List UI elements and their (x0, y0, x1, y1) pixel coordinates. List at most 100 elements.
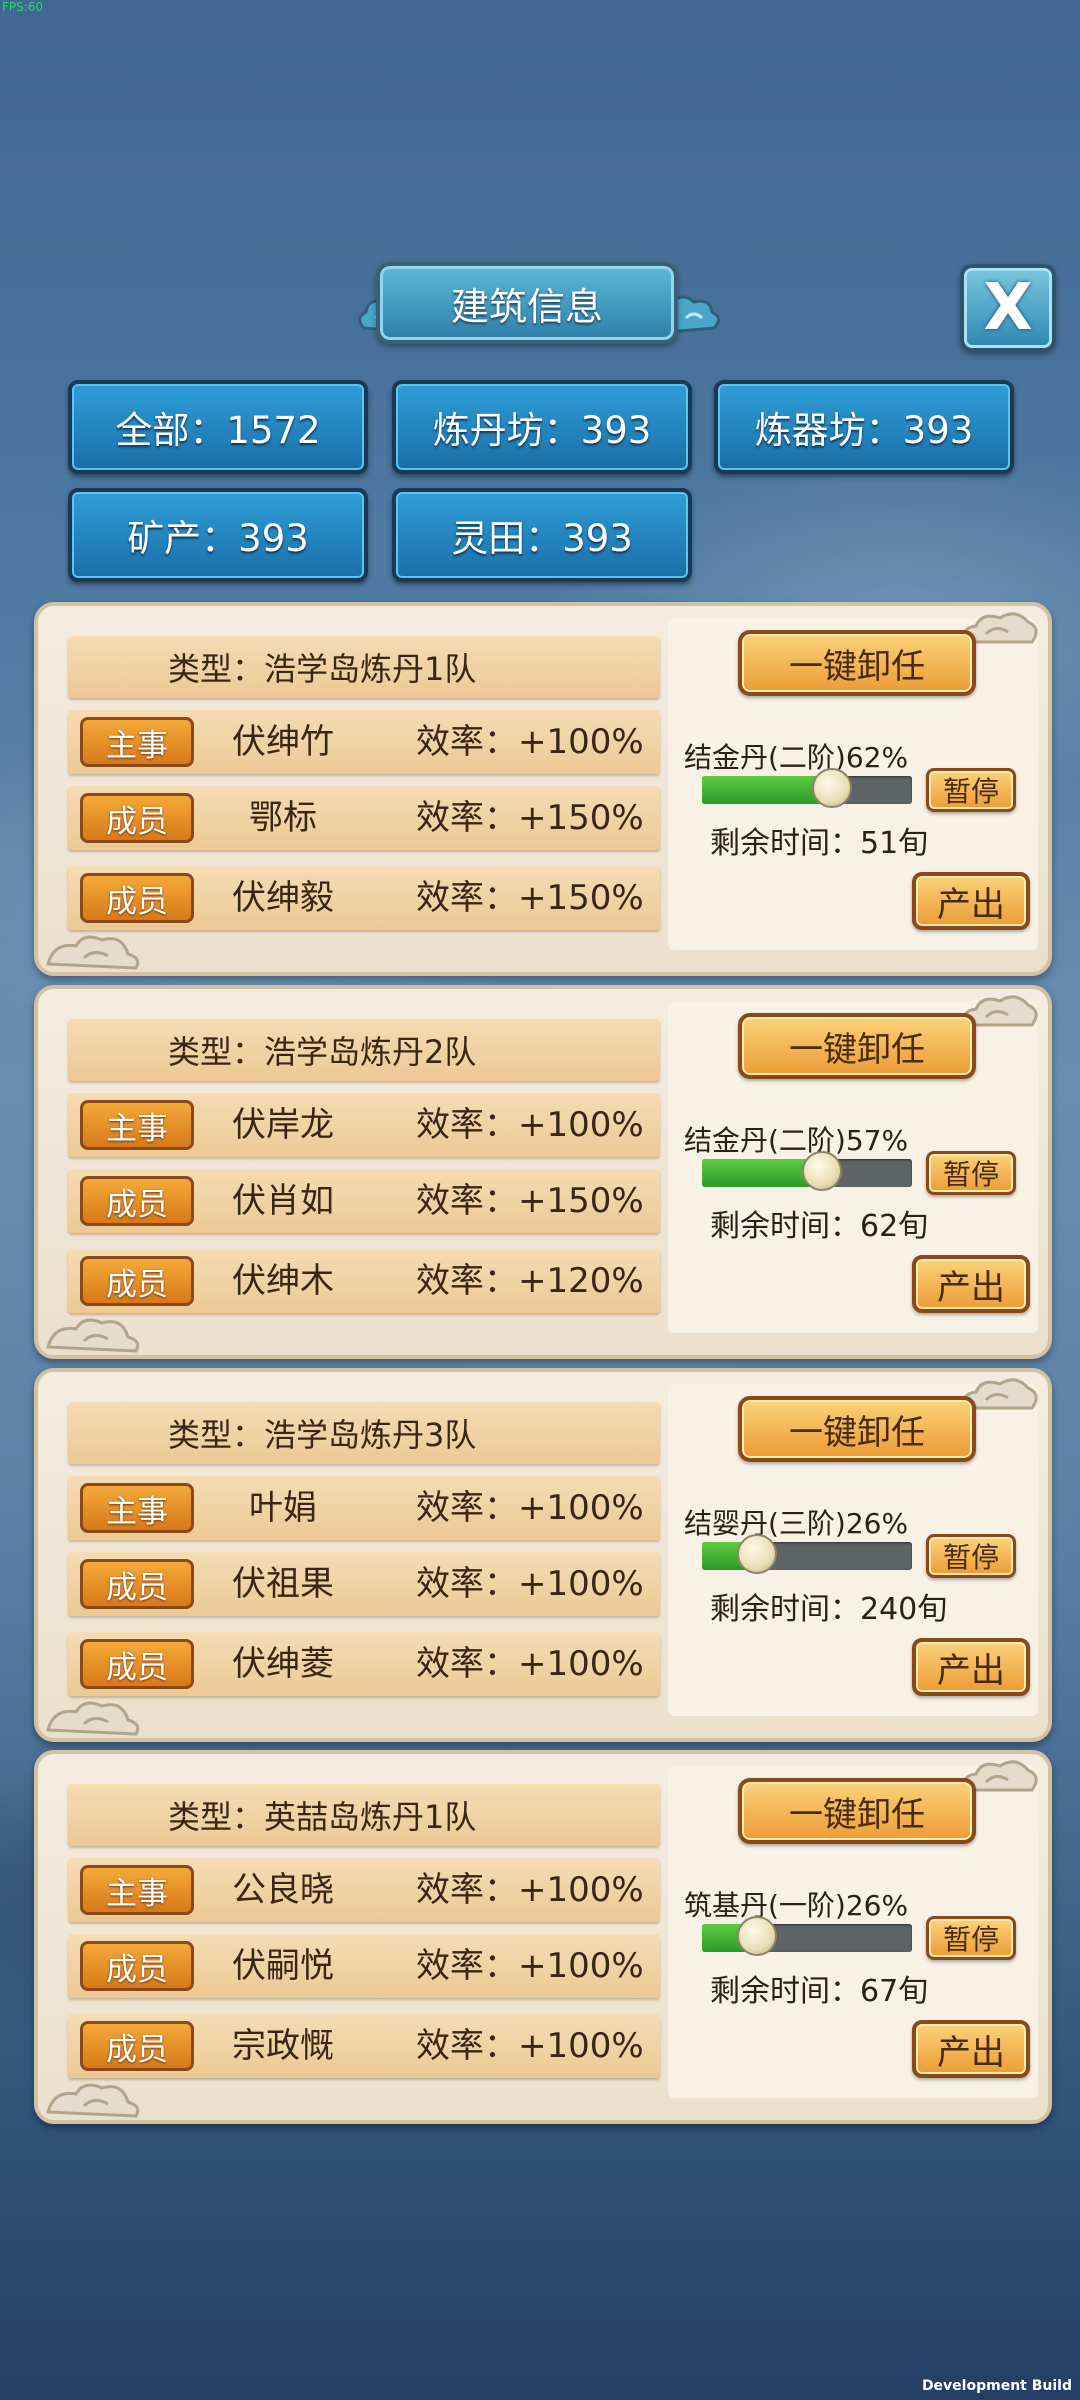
role-badge[interactable]: 主事 (80, 1100, 194, 1150)
member-name: 伏绅毅 (232, 878, 334, 918)
progress-track (702, 776, 912, 804)
unload-all-button[interactable]: 一键卸任 (738, 1778, 976, 1844)
member-name: 伏肖如 (232, 1181, 334, 1221)
produce-button[interactable]: 产出 (912, 1638, 1030, 1696)
role-badge[interactable]: 主事 (80, 1865, 194, 1915)
team-panel: 类型：英喆岛炼丹1队 主事 公良晓 效率：+100% 成员 伏嗣悦 效率：+10… (34, 1750, 1052, 2124)
progress-slider-handle[interactable] (812, 768, 853, 808)
role-badge[interactable]: 成员 (80, 1941, 194, 1991)
team-type-bar: 类型：浩学岛炼丹3队 (68, 1402, 660, 1464)
member-name: 伏嗣悦 (232, 1946, 334, 1986)
member-name: 伏绅木 (232, 1261, 334, 1301)
team-type: 类型：浩学岛炼丹3队 (168, 1416, 477, 1454)
team-type-bar: 类型：浩学岛炼丹1队 (68, 636, 660, 698)
cloud-ornament-icon (46, 2083, 140, 2118)
product-progress-label: 结婴丹(三阶)26% (684, 1507, 909, 1540)
title-plaque: 建筑信息 (354, 256, 724, 352)
member-row: 成员 伏肖如 效率：+150% (68, 1169, 660, 1233)
role-badge[interactable]: 成员 (80, 1559, 194, 1609)
member-efficiency: 效率：+100% (416, 1105, 644, 1145)
development-build-label: Development Build (921, 2378, 1072, 2394)
team-type-bar: 类型：英喆岛炼丹1队 (68, 1784, 660, 1846)
pause-button[interactable]: 暂停 (926, 768, 1016, 812)
member-row: 主事 叶娟 效率：+100% (68, 1476, 660, 1540)
pause-button[interactable]: 暂停 (926, 1151, 1016, 1195)
member-efficiency: 效率：+100% (416, 1946, 644, 1986)
member-row: 主事 伏岸龙 效率：+100% (68, 1093, 660, 1157)
team-panel: 类型：浩学岛炼丹1队 主事 伏绅竹 效率：+100% 成员 鄂标 效率：+150… (34, 602, 1052, 976)
progress-track (702, 1924, 912, 1952)
team-type: 类型：浩学岛炼丹2队 (168, 1033, 477, 1071)
member-row: 成员 伏绅菱 效率：+100% (68, 1632, 660, 1696)
member-efficiency: 效率：+100% (416, 722, 644, 762)
member-name: 伏绅竹 (232, 722, 334, 762)
produce-button[interactable]: 产出 (912, 1255, 1030, 1313)
role-badge[interactable]: 成员 (80, 1639, 194, 1689)
unload-all-button[interactable]: 一键卸任 (738, 1396, 976, 1462)
team-type-bar: 类型：浩学岛炼丹2队 (68, 1019, 660, 1081)
progress-slider-handle[interactable] (801, 1151, 842, 1191)
produce-button[interactable]: 产出 (912, 2020, 1030, 2078)
cloud-ornament-icon (46, 1318, 140, 1353)
member-efficiency: 效率：+150% (416, 1181, 644, 1221)
stat-all[interactable]: 全部：1572 (68, 380, 368, 474)
product-progress-label: 筑基丹(一阶)26% (684, 1889, 909, 1922)
pause-button[interactable]: 暂停 (926, 1534, 1016, 1578)
member-efficiency: 效率：+120% (416, 1261, 644, 1301)
member-row: 成员 鄂标 效率：+150% (68, 786, 660, 850)
product-progress-label: 结金丹(二阶)57% (684, 1124, 909, 1157)
fps-counter: FPS:60 (2, 0, 44, 14)
role-badge[interactable]: 成员 (80, 2021, 194, 2071)
role-badge[interactable]: 主事 (80, 1483, 194, 1533)
member-efficiency: 效率：+150% (416, 798, 644, 838)
member-row: 成员 伏嗣悦 效率：+100% (68, 1934, 660, 1998)
member-efficiency: 效率：+100% (416, 1488, 644, 1528)
member-name: 叶娟 (249, 1488, 317, 1528)
member-efficiency: 效率：+100% (416, 1870, 644, 1910)
stat-mine[interactable]: 矿产：393 (68, 488, 368, 582)
member-efficiency: 效率：+100% (416, 2026, 644, 2066)
product-progress-label: 结金丹(二阶)62% (684, 741, 909, 774)
member-name: 伏绅菱 (232, 1644, 334, 1684)
team-panel: 类型：浩学岛炼丹3队 主事 叶娟 效率：+100% 成员 伏祖果 效率：+100… (34, 1368, 1052, 1742)
member-name: 宗政慨 (232, 2026, 334, 2066)
member-row: 主事 伏绅竹 效率：+100% (68, 710, 660, 774)
remaining-time: 剩余时间：240旬 (710, 1592, 948, 1627)
member-efficiency: 效率：+100% (416, 1564, 644, 1604)
stat-forge-workshop[interactable]: 炼器坊：393 (714, 380, 1014, 474)
progress-slider-handle[interactable] (736, 1534, 777, 1574)
progress-slider-handle[interactable] (736, 1916, 777, 1956)
member-row: 主事 公良晓 效率：+100% (68, 1858, 660, 1922)
unload-all-button[interactable]: 一键卸任 (738, 1013, 976, 1079)
pause-button[interactable]: 暂停 (926, 1916, 1016, 1960)
team-type: 类型：英喆岛炼丹1队 (168, 1798, 477, 1836)
member-name: 伏岸龙 (232, 1105, 334, 1145)
member-name: 鄂标 (249, 798, 317, 838)
member-row: 成员 伏绅木 效率：+120% (68, 1249, 660, 1313)
cloud-ornament-icon (46, 935, 140, 970)
close-button[interactable]: X (960, 264, 1056, 352)
member-name: 伏祖果 (232, 1564, 334, 1604)
cloud-ornament-icon (46, 1701, 140, 1736)
unload-all-button[interactable]: 一键卸任 (738, 630, 976, 696)
produce-button[interactable]: 产出 (912, 872, 1030, 930)
remaining-time: 剩余时间：67旬 (710, 1974, 929, 2009)
role-badge[interactable]: 成员 (80, 873, 194, 923)
role-badge[interactable]: 成员 (80, 1176, 194, 1226)
role-badge[interactable]: 主事 (80, 717, 194, 767)
page-title: 建筑信息 (450, 284, 603, 329)
role-badge[interactable]: 成员 (80, 793, 194, 843)
team-panel: 类型：浩学岛炼丹2队 主事 伏岸龙 效率：+100% 成员 伏肖如 效率：+15… (34, 985, 1052, 1359)
role-badge[interactable]: 成员 (80, 1256, 194, 1306)
remaining-time: 剩余时间：51旬 (710, 826, 929, 861)
member-row: 成员 伏祖果 效率：+100% (68, 1552, 660, 1616)
member-efficiency: 效率：+150% (416, 878, 644, 918)
team-type: 类型：浩学岛炼丹1队 (168, 650, 477, 688)
progress-track (702, 1542, 912, 1570)
close-icon: X (983, 271, 1033, 345)
member-row: 成员 宗政慨 效率：+100% (68, 2014, 660, 2078)
stat-alchemy-workshop[interactable]: 炼丹坊：393 (392, 380, 692, 474)
member-efficiency: 效率：+100% (416, 1644, 644, 1684)
remaining-time: 剩余时间：62旬 (710, 1209, 929, 1244)
stat-spirit-field[interactable]: 灵田：393 (392, 488, 692, 582)
